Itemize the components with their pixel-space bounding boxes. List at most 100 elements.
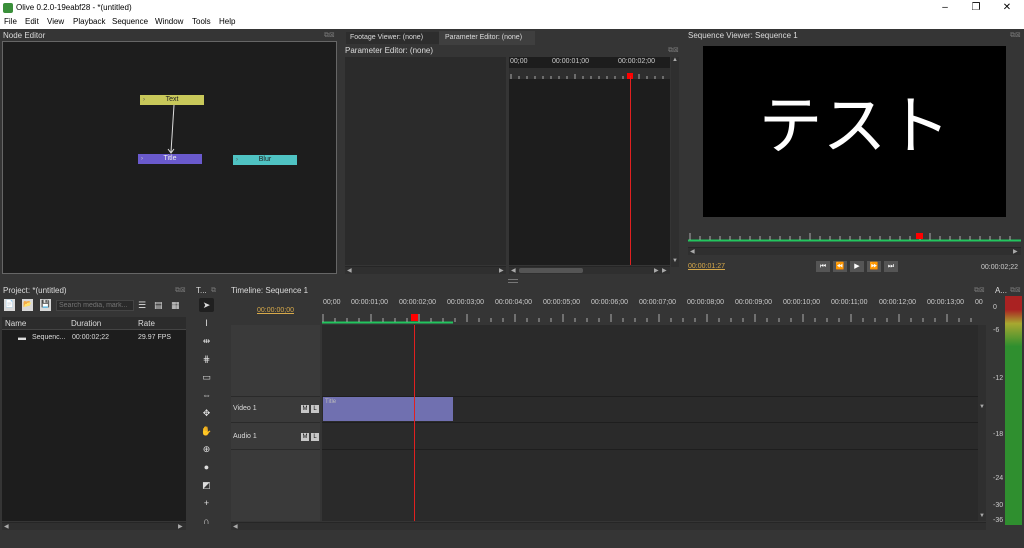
scroll-left-icon[interactable]: ◀	[511, 267, 516, 274]
timeline-hscrollbar[interactable]: ◀	[231, 522, 986, 530]
menu-window[interactable]: Window	[155, 17, 183, 26]
param-vscrollbar[interactable]: ▲ ▼	[671, 57, 679, 267]
menu-tools[interactable]: Tools	[192, 17, 211, 26]
video-preview[interactable]: テスト	[703, 46, 1006, 217]
viewer-current-time[interactable]: 00:00:01:27	[688, 263, 725, 270]
scroll-down-icon[interactable]: ▼	[672, 258, 678, 264]
transition-tool-icon[interactable]: ◩	[199, 478, 214, 492]
scroll-left-icon[interactable]: ◀	[233, 523, 238, 530]
timeline-ruler[interactable]	[322, 311, 978, 324]
close-button[interactable]: ✕	[1000, 2, 1014, 14]
open-project-icon[interactable]: 📂	[22, 299, 33, 311]
timeline-playhead[interactable]	[414, 325, 415, 521]
rewind-button[interactable]: ⏪	[833, 261, 847, 272]
column-duration[interactable]: Duration	[71, 319, 101, 328]
panel-float-close-icon[interactable]: ⧉⊠	[175, 286, 186, 295]
go-to-end-button[interactable]: ⏭	[884, 261, 898, 272]
save-project-icon[interactable]: 💾	[40, 299, 51, 311]
track-lock-button[interactable]: L	[311, 433, 319, 441]
slide-tool-icon[interactable]: ✥	[199, 406, 214, 420]
timeline-clip-title[interactable]: Title	[323, 397, 453, 421]
scroll-down-icon[interactable]: ▼	[979, 404, 985, 410]
fast-forward-button[interactable]: ⏩	[867, 261, 881, 272]
razor-tool-icon[interactable]: ▭	[199, 370, 214, 384]
new-item-icon[interactable]: 📄	[4, 299, 15, 311]
splitter-handle[interactable]	[508, 279, 518, 283]
icon-view-icon[interactable]: ▦	[171, 300, 180, 311]
slip-tool-icon[interactable]: ⇔	[199, 388, 214, 402]
node-title[interactable]: › Title	[138, 154, 202, 164]
project-search-input[interactable]	[56, 300, 134, 311]
meter-label: -30	[993, 502, 1004, 509]
scroll-right-icon[interactable]: ▶	[662, 267, 667, 274]
track-area[interactable]: Title	[322, 325, 978, 521]
menu-sequence[interactable]: Sequence	[112, 17, 148, 26]
scroll-thumb[interactable]	[519, 268, 583, 273]
track-mute-button[interactable]: M	[301, 433, 309, 441]
zoom-tool-icon[interactable]: ⊕	[199, 442, 214, 456]
tab-footage-viewer[interactable]: Footage Viewer: (none)	[346, 32, 439, 44]
param-list-hscrollbar[interactable]: ◀ ▶	[345, 266, 506, 274]
parameter-list	[345, 57, 506, 265]
panel-float-close-icon[interactable]: ⧉⊠	[668, 46, 679, 55]
scroll-left-icon[interactable]: ◀	[347, 267, 352, 274]
keyframe-hscrollbar[interactable]: ◀ ▶ ▶	[509, 266, 670, 274]
column-rate[interactable]: Rate	[138, 319, 155, 328]
scroll-left-icon[interactable]: ◀	[4, 523, 9, 530]
viewer-ruler[interactable]	[688, 228, 1021, 242]
track-lock-button[interactable]: L	[311, 405, 319, 413]
list-item[interactable]: ▬ Sequenc... 00:00:02;22 29.97 FPS	[2, 332, 186, 344]
param-playhead[interactable]	[630, 76, 631, 265]
node-canvas[interactable]: › Text › Title › Blur	[2, 41, 337, 274]
keyframe-area[interactable]	[509, 57, 670, 265]
play-button[interactable]: ▶	[850, 261, 864, 272]
record-tool-icon[interactable]: ●	[199, 460, 214, 474]
tab-parameter-editor[interactable]: Parameter Editor: (none)	[439, 31, 535, 45]
list-view-icon[interactable]: ▤	[154, 300, 163, 311]
node-text[interactable]: › Text	[140, 95, 204, 105]
timeline-vscrollbar[interactable]: ▼ ▼	[978, 325, 986, 521]
node-blur[interactable]: › Blur	[233, 155, 297, 165]
go-to-start-button[interactable]: ⏮	[816, 261, 830, 272]
column-name[interactable]: Name	[5, 319, 26, 328]
panel-float-close-icon[interactable]: ⧉⊠	[1010, 286, 1021, 295]
rolling-tool-icon[interactable]: ⋕	[199, 352, 214, 366]
param-ruler[interactable]	[509, 68, 670, 79]
panel-float-close-icon[interactable]: ⧉⊠	[324, 31, 335, 40]
maximize-button[interactable]: ❐	[969, 2, 983, 14]
menu-help[interactable]: Help	[219, 17, 235, 26]
tree-view-icon[interactable]: ☰	[138, 300, 146, 311]
scroll-down-icon[interactable]: ▼	[979, 513, 985, 519]
project-hscrollbar[interactable]: ◀ ▶	[2, 522, 186, 530]
viewer-hscrollbar[interactable]: ◀ ▶	[688, 247, 1021, 255]
scroll-right-icon[interactable]: ▶	[654, 267, 659, 274]
viewer-end-time: 00:00:02;22	[981, 264, 1018, 271]
track-mute-button[interactable]: M	[301, 405, 309, 413]
menu-playback[interactable]: Playback	[73, 17, 105, 26]
panel-float-close-icon[interactable]: ⧉	[211, 287, 216, 295]
edit-tool-icon[interactable]: I	[199, 316, 214, 330]
scroll-right-icon[interactable]: ▶	[499, 267, 504, 274]
scroll-left-icon[interactable]: ◀	[690, 248, 695, 255]
node-expand-icon[interactable]: ›	[141, 154, 143, 164]
timeline-current-time[interactable]: 00:00:00;00	[257, 307, 294, 314]
ripple-tool-icon[interactable]: ⇹	[199, 334, 214, 348]
snapping-tool-icon[interactable]: ∩	[199, 514, 214, 528]
scroll-right-icon[interactable]: ▶	[1013, 248, 1018, 255]
panel-float-close-icon[interactable]: ⧉⊠	[1010, 31, 1021, 40]
scroll-up-icon[interactable]: ▲	[672, 57, 678, 63]
node-expand-icon[interactable]: ›	[143, 95, 145, 105]
menu-file[interactable]: File	[4, 17, 17, 26]
scroll-right-icon[interactable]: ▶	[178, 523, 183, 530]
add-tool-icon[interactable]: +	[199, 496, 214, 510]
project-media-list[interactable]: Name Duration Rate ▬ Sequenc... 00:00:02…	[2, 317, 186, 521]
menu-edit[interactable]: Edit	[25, 17, 39, 26]
panel-float-close-icon[interactable]: ⧉⊠	[974, 286, 985, 295]
node-expand-icon[interactable]: ›	[236, 155, 238, 165]
minimize-button[interactable]: –	[938, 2, 952, 14]
hand-tool-icon[interactable]: ✋	[199, 424, 214, 438]
ruler-code: 00:00:07;00	[639, 299, 676, 306]
pointer-tool-icon[interactable]: ➤	[199, 298, 214, 312]
meter-label: -18	[993, 431, 1004, 438]
menu-view[interactable]: View	[47, 17, 64, 26]
